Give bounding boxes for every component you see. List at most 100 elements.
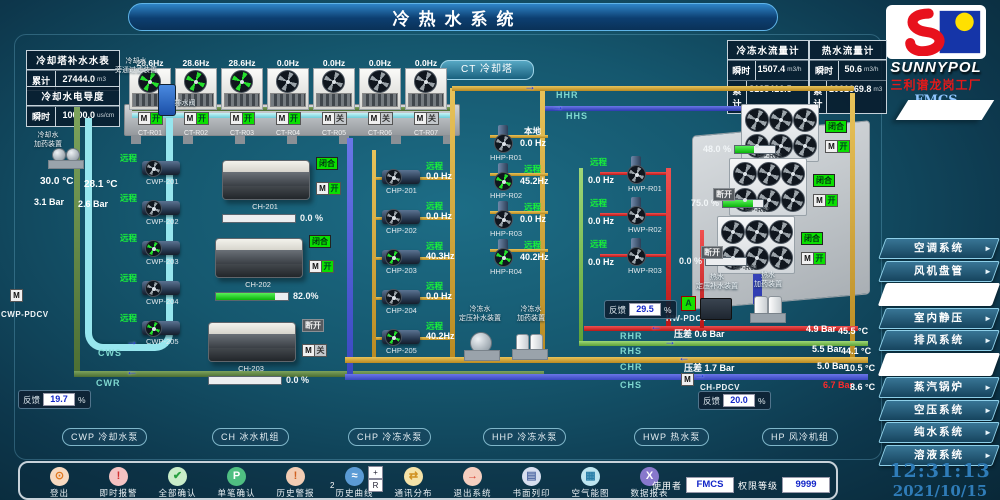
menu-button[interactable]: 室内静压 ► bbox=[878, 308, 1000, 329]
valve-state[interactable]: M开 bbox=[316, 182, 341, 195]
pipe-label-rhr: RHR bbox=[620, 331, 643, 341]
pump[interactable]: 远程 0.0 Hz HHP-R03 bbox=[486, 198, 586, 236]
fan-icon bbox=[494, 172, 513, 191]
arrow-icon: ► bbox=[984, 309, 992, 328]
hp-unit[interactable]: HP-R01 0.0 % 闭合 M开 断开 bbox=[717, 216, 795, 274]
fan-icon bbox=[793, 134, 817, 158]
menu-button[interactable]: 空压系统 ► bbox=[878, 400, 1000, 421]
pump[interactable]: 本地 0.0 Hz HHP-R01 bbox=[486, 122, 586, 160]
toolbar-button[interactable]: → 退出系统 bbox=[443, 467, 502, 498]
pump[interactable]: 远程 0.0 Hz CHP-201 bbox=[376, 158, 481, 198]
valve-state[interactable]: M开 bbox=[825, 140, 850, 153]
chiller[interactable]: 闭合 M开 CH-202 82.0% bbox=[215, 238, 365, 301]
hp-left-state: 断开 bbox=[701, 242, 723, 260]
feedback-value[interactable]: 19.7 bbox=[43, 393, 75, 406]
feedback-value[interactable]: 20.0 bbox=[723, 394, 755, 407]
hp-unit[interactable]: HP-R03 48.0 % 闭合 M开 bbox=[741, 104, 819, 162]
cooling-tower[interactable]: 0.0Hz M开 CT-R04 bbox=[266, 58, 310, 137]
menu-button[interactable]: 风机盘管 ► bbox=[878, 261, 1000, 282]
cwr-pressure: 2.6 Bar bbox=[78, 199, 108, 209]
menu-button[interactable]: ► bbox=[878, 283, 1000, 306]
status-badge: 闭合 bbox=[825, 120, 847, 133]
feedback-value[interactable]: 29.5 bbox=[629, 303, 661, 316]
pump[interactable]: 远程 CWP-201 bbox=[118, 150, 218, 190]
valve-state[interactable]: M关 bbox=[368, 112, 393, 125]
valve-state[interactable]: M开 bbox=[230, 112, 255, 125]
toolbar-button[interactable]: ⇄ 通讯分布 bbox=[384, 467, 443, 498]
fan-icon bbox=[494, 134, 513, 153]
fan-icon bbox=[721, 220, 745, 244]
cooling-tower[interactable]: 28.6Hz M开 CT-R03 bbox=[220, 58, 264, 137]
menu-button[interactable]: ► bbox=[878, 353, 1000, 376]
pump-graphic bbox=[626, 197, 646, 225]
valve-state[interactable]: M关 bbox=[302, 344, 327, 357]
load-bar bbox=[222, 214, 296, 223]
pump[interactable]: 远程 40.3Hz CHP-203 bbox=[376, 238, 481, 278]
cooling-tower[interactable]: 0.0Hz M关 CT-R05 bbox=[312, 58, 356, 137]
menu-button[interactable]: 纯水系统 ► bbox=[878, 422, 1000, 443]
ct-area-label[interactable]: CT 冷却塔 bbox=[440, 60, 534, 80]
trend-plus-key[interactable]: + bbox=[368, 466, 383, 479]
fan-icon bbox=[145, 240, 162, 257]
cooling-tower[interactable]: 0.0Hz M关 CT-R06 bbox=[358, 58, 402, 137]
fan-icon bbox=[230, 70, 253, 93]
pump[interactable]: 远程 CWP-204 bbox=[118, 270, 218, 310]
control-mode: 远程 bbox=[120, 272, 137, 284]
pump[interactable]: 远程 45.2Hz HHP-R02 bbox=[486, 160, 586, 198]
valve-state[interactable]: M开 bbox=[309, 260, 334, 273]
pump[interactable]: 远程 0.0 Hz HWP-R03 bbox=[586, 234, 691, 275]
equipment-name: HWP-R01 bbox=[628, 184, 662, 193]
louver bbox=[408, 93, 444, 107]
valve-state[interactable]: M关 bbox=[414, 112, 439, 125]
user-value-input[interactable]: FMCS bbox=[686, 477, 734, 493]
flow-arrow: ← bbox=[126, 364, 138, 378]
valve-state[interactable]: M开 bbox=[184, 112, 209, 125]
toolbar-button[interactable]: P 单笔确认 bbox=[207, 467, 266, 498]
equipment-name: CH-202 bbox=[215, 280, 301, 289]
toolbar-button[interactable]: ⊙ 登出 bbox=[30, 467, 89, 498]
toolbar-button[interactable]: ! 历史警报 bbox=[266, 467, 325, 498]
meter-unit: m3/h bbox=[786, 61, 808, 80]
toolbar-button[interactable]: ▦ 空气能图 bbox=[561, 467, 620, 498]
cwp-pdcv-label: CWP-PDCV bbox=[1, 310, 49, 319]
cooling-tower[interactable]: 0.0Hz M关 CT-R07 bbox=[404, 58, 448, 137]
auto-mode-badge[interactable]: A bbox=[681, 296, 696, 311]
makeup-water-meter: 冷却塔补水水表 累计 27444.0 m3 bbox=[26, 50, 120, 91]
toolbar-button[interactable]: ✔ 全部确认 bbox=[148, 467, 207, 498]
valve-open-state: 关 bbox=[335, 112, 347, 125]
valve-state[interactable]: M开 bbox=[276, 112, 301, 125]
valve-state[interactable]: M开 bbox=[801, 252, 826, 265]
pump[interactable]: 远程 0.0 Hz HWP-R02 bbox=[586, 193, 691, 234]
trend-r-key[interactable]: R bbox=[368, 479, 383, 492]
chw-makeup-frame bbox=[464, 350, 500, 361]
valve-state[interactable]: M关 bbox=[322, 112, 347, 125]
menu-button[interactable]: 空调系统 ► bbox=[878, 238, 1000, 259]
icon-glyph: ⇄ bbox=[409, 470, 418, 482]
pump[interactable]: 远程 0.0 Hz CHP-202 bbox=[376, 198, 481, 238]
hp-unit[interactable]: HP-R02 75.0 % 闭合 M开 断开 bbox=[729, 158, 807, 216]
chiller[interactable]: 闭合 M开 CH-201 0.0 % bbox=[222, 160, 372, 223]
flow-arrow: ← bbox=[650, 319, 662, 333]
valve-open-state: 开 bbox=[322, 260, 334, 273]
toolbar-button[interactable]: ▤ 书面列印 bbox=[502, 467, 561, 498]
pump-frequency: 0.0 Hz bbox=[520, 138, 546, 148]
pump-graphic bbox=[142, 241, 180, 255]
pump[interactable]: 远程 CWP-205 bbox=[118, 310, 218, 350]
group-label: CH 冰水机组 bbox=[212, 428, 289, 446]
fan-frequency: 0.0Hz bbox=[404, 58, 448, 68]
ch-pdcv-valve-icon[interactable]: M bbox=[681, 373, 694, 386]
permission-value-input[interactable]: 9999 bbox=[782, 477, 830, 493]
valve-state[interactable]: M开 bbox=[813, 194, 838, 207]
pump[interactable]: 远程 0.0 Hz HWP-R01 bbox=[586, 152, 691, 193]
pump[interactable]: 远程 CWP-203 bbox=[118, 230, 218, 270]
valve-open-state: 开 bbox=[197, 112, 209, 125]
cwp-pdcv-valve-icon[interactable]: M bbox=[10, 289, 23, 302]
pump[interactable]: 远程 40.2Hz HHP-R04 bbox=[486, 236, 586, 274]
pump[interactable]: 远程 CWP-202 bbox=[118, 190, 218, 230]
chiller[interactable]: 断开 M关 CH-203 0.0 % bbox=[208, 322, 358, 385]
cooling-tower[interactable]: 28.6Hz M开 CT-R02 bbox=[174, 58, 218, 137]
meter-value: 1507.4 bbox=[756, 61, 787, 80]
toolbar-button[interactable]: ! 即时报警 bbox=[89, 467, 148, 498]
menu-button[interactable]: 蒸汽锅炉 ► bbox=[878, 377, 1000, 398]
menu-button[interactable]: 排风系统 ► bbox=[878, 330, 1000, 351]
